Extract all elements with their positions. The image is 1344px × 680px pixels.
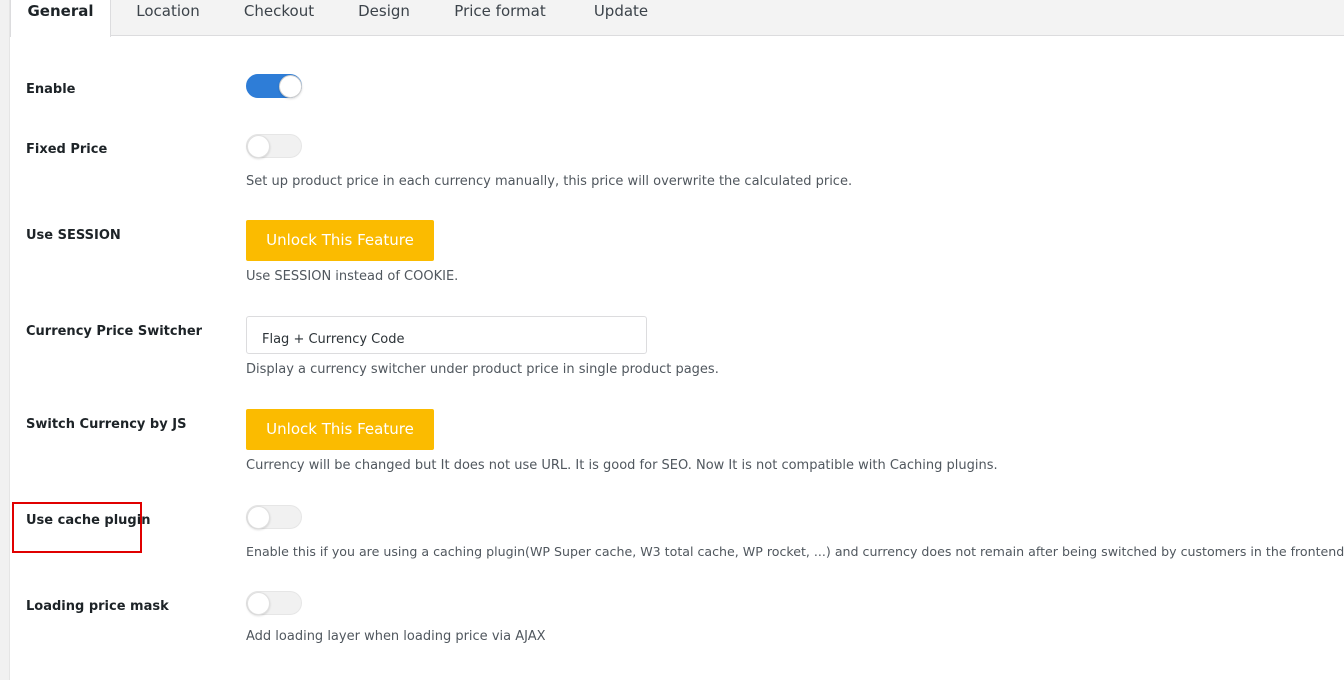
- left-border: [0, 0, 10, 680]
- loading-price-mask-description: Add loading layer when loading price via…: [246, 629, 546, 644]
- toggle-knob: [247, 592, 270, 615]
- toggle-knob: [247, 135, 270, 158]
- use-session-label: Use SESSION: [26, 228, 121, 243]
- unlock-session-button[interactable]: Unlock This Feature: [246, 220, 434, 261]
- currency-price-switcher-description: Display a currency switcher under produc…: [246, 362, 719, 377]
- currency-price-switcher-label: Currency Price Switcher: [26, 324, 203, 339]
- switch-currency-js-description: Currency will be changed but It does not…: [246, 458, 998, 473]
- tab-location[interactable]: Location: [118, 0, 218, 36]
- settings-tabs: General Location Checkout Design Price f…: [10, 0, 1344, 37]
- tab-checkout[interactable]: Checkout: [229, 0, 329, 36]
- fixed-price-description: Set up product price in each currency ma…: [246, 174, 853, 189]
- fixed-price-toggle[interactable]: [246, 134, 302, 158]
- use-cache-plugin-toggle[interactable]: [246, 505, 302, 529]
- use-cache-plugin-label: Use cache plugin: [26, 513, 151, 528]
- currency-price-switcher-select[interactable]: Flag + Currency Code: [246, 316, 647, 354]
- switch-currency-js-label: Switch Currency by JS: [26, 417, 187, 432]
- tab-price-format[interactable]: Price format: [442, 0, 558, 36]
- select-value: Flag + Currency Code: [262, 332, 405, 347]
- toggle-knob: [279, 75, 302, 98]
- tab-general[interactable]: General: [10, 0, 111, 37]
- tab-update[interactable]: Update: [576, 0, 666, 36]
- tab-design[interactable]: Design: [344, 0, 424, 36]
- use-cache-plugin-description: Enable this if you are using a caching p…: [246, 544, 1344, 559]
- enable-label: Enable: [26, 82, 76, 97]
- loading-price-mask-label: Loading price mask: [26, 599, 169, 614]
- use-session-description: Use SESSION instead of COOKIE.: [246, 269, 459, 284]
- enable-toggle[interactable]: [246, 74, 302, 98]
- loading-price-mask-toggle[interactable]: [246, 591, 302, 615]
- toggle-knob: [247, 506, 270, 529]
- unlock-js-button[interactable]: Unlock This Feature: [246, 409, 434, 450]
- fixed-price-label: Fixed Price: [26, 142, 108, 157]
